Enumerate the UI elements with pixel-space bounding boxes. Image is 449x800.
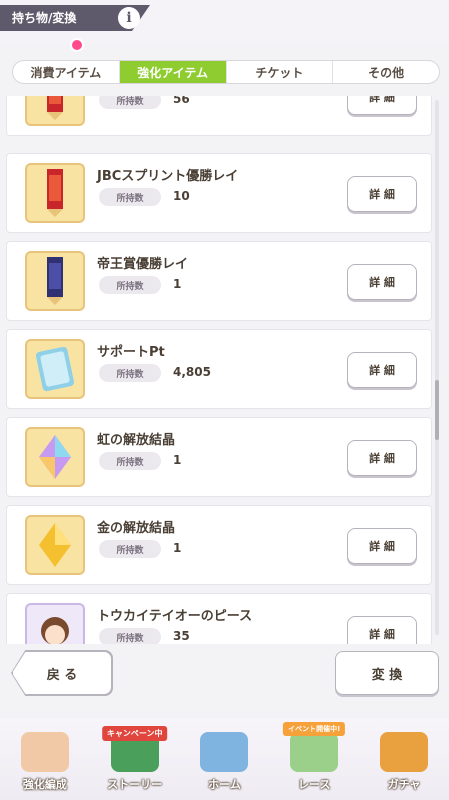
scrollbar-track[interactable] [435,100,439,635]
home-building-icon [200,732,249,772]
character-piece-icon [25,603,85,644]
qty-label: 所持数 [99,96,161,109]
nav-home[interactable]: ホーム [180,718,270,800]
header: 持ち物/変換 i [0,0,449,42]
info-icon[interactable]: i [118,7,140,29]
qty-value: 4,805 [173,365,211,379]
qty-label: 所持数 [99,452,161,470]
item-name: 帝王賞優勝レイ [97,257,189,272]
convert-button[interactable]: 変 換 [335,651,439,695]
tab-enhancement[interactable]: 強化アイテム [119,61,227,83]
nav-label: レース [298,778,331,791]
nav-label: 強化編成 [22,778,67,791]
detail-button[interactable]: 詳 細 [347,352,417,388]
item-name: JBCスプリント優勝レイ [97,169,239,184]
rainbow-crystal-icon [25,427,85,487]
race-icon [290,732,339,772]
tab-consumables[interactable]: 消費アイテム [13,61,120,83]
red-lei-icon [25,163,85,223]
tab-others[interactable]: その他 [333,61,439,83]
item-name: サポートPt [97,345,165,360]
nav-enhance[interactable]: 強化編成 [0,718,90,800]
qty-label: 所持数 [99,188,161,206]
detail-button[interactable]: 詳 細 [347,440,417,476]
qty-label: 所持数 [99,540,161,558]
list-item: トウカイテイオーのピース 所持数 35 詳 細 [6,593,432,644]
qty-value: 56 [173,96,190,106]
campaign-badge: キャンペーン中 [101,726,168,741]
back-button[interactable]: 戻 る [12,651,112,695]
tab-tickets[interactable]: チケット [227,61,334,83]
gacha-icon [380,732,429,772]
list-item: JBCスプリント優勝レイ 所持数 10 詳 細 [6,153,432,233]
list-item: 金の解放結晶 所持数 1 詳 細 [6,505,432,585]
item-list[interactable]: 所持数 56 詳 細 JBCスプリント優勝レイ 所持数 10 詳 細 帝王賞優勝… [0,96,449,644]
item-name: トウカイテイオーのピース [97,609,253,624]
list-item: 帝王賞優勝レイ 所持数 1 詳 細 [6,241,432,321]
page-title: 持ち物/変換 [12,11,77,25]
nav-story[interactable]: キャンペーン中 ストーリー [90,718,180,800]
support-card-icon [25,339,85,399]
qty-value: 1 [173,453,182,467]
qty-value: 1 [173,277,182,291]
detail-button[interactable]: 詳 細 [347,176,417,212]
scrollbar-thumb[interactable] [435,380,439,440]
qty-value: 10 [173,189,190,203]
navy-lei-icon [25,251,85,311]
list-item: 虹の解放結晶 所持数 1 詳 細 [6,417,432,497]
detail-button[interactable]: 詳 細 [347,616,417,644]
bottom-nav: 強化編成 キャンペーン中 ストーリー ホーム イベント開催中! レース ガチャ [0,718,449,800]
detail-button[interactable]: 詳 細 [347,264,417,300]
gold-crystal-icon [25,515,85,575]
red-lei-icon [25,96,85,126]
category-tabs: 消費アイテム 強化アイテム チケット その他 [12,60,440,84]
qty-value: 1 [173,541,182,555]
notification-dot [70,38,84,52]
qty-label: 所持数 [99,276,161,294]
nav-label: ガチャ [387,778,421,791]
qty-label: 所持数 [99,364,161,382]
nav-label: ホーム [208,778,241,791]
list-item: 所持数 56 詳 細 [6,96,432,136]
detail-button[interactable]: 詳 細 [347,528,417,564]
item-name: 虹の解放結晶 [97,433,176,448]
qty-value: 35 [173,629,190,643]
nav-gacha[interactable]: ガチャ [359,718,449,800]
qty-label: 所持数 [99,628,161,644]
list-item: サポートPt 所持数 4,805 詳 細 [6,329,432,409]
detail-button[interactable]: 詳 細 [347,96,417,115]
event-badge: イベント開催中! [283,722,346,736]
nav-label: ストーリー [107,778,163,791]
item-name: 金の解放結晶 [97,521,176,536]
nav-race[interactable]: イベント開催中! レース [269,718,359,800]
character-icon [20,732,69,772]
